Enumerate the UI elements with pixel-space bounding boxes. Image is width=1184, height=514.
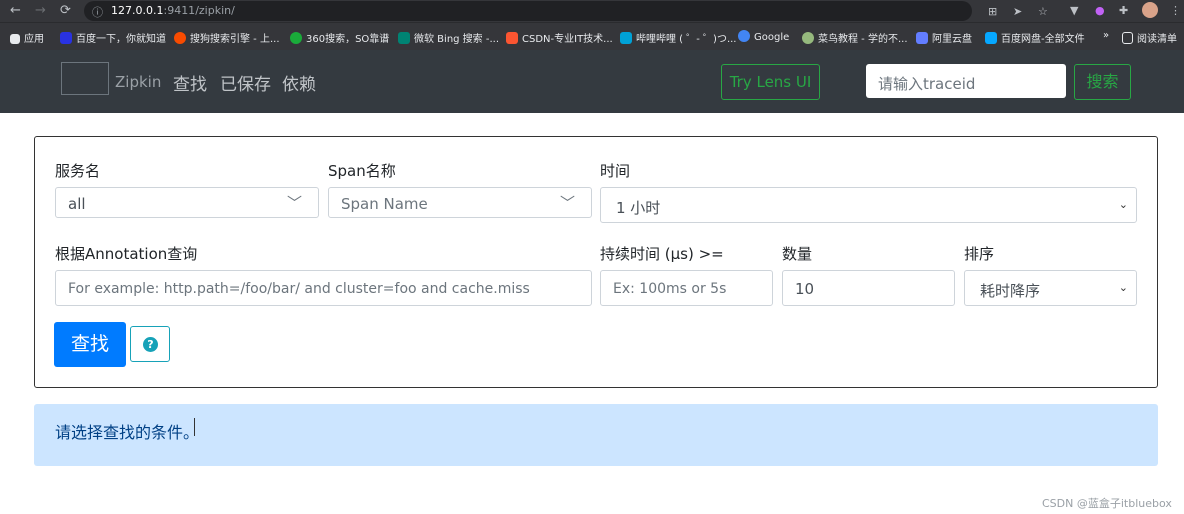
app-navbar: Zipkin 查找 已保存 依赖 Try Lens UI 请输入traceid … [0, 50, 1184, 113]
chevron-down-icon: ﹀ [286, 194, 302, 212]
select-arrow-icon: ⌄ [1118, 281, 1128, 294]
find-button[interactable]: 查找 [54, 322, 126, 367]
span-label: Span名称 [328, 162, 396, 180]
bing-icon [398, 32, 410, 44]
time-select[interactable]: 1 小时 ⌄ [600, 187, 1137, 223]
bookmark-google[interactable]: Google [738, 30, 789, 43]
back-icon[interactable]: ← [10, 3, 21, 19]
url-host: 127.0.0.1 [111, 4, 164, 17]
question-circle-icon: ? [143, 337, 158, 352]
extension-v-icon[interactable]: ▼ [1070, 4, 1078, 17]
bookmark-bilibili[interactable]: 哔哩哔哩 ( ゜- ゜)つ... [620, 30, 736, 45]
help-button[interactable]: ? [130, 326, 170, 362]
extension-circle-icon[interactable]: ● [1095, 4, 1105, 17]
sort-value: 耗时降序 [980, 282, 1041, 300]
limit-input[interactable]: 10 [782, 270, 955, 306]
info-alert: 请选择查找的条件。 [34, 404, 1158, 466]
aliyun-icon [916, 32, 928, 44]
reload-icon[interactable]: ⟳ [60, 3, 71, 19]
translate-icon[interactable]: ⊞ [988, 5, 997, 18]
sort-select[interactable]: 耗时降序 ⌄ [964, 270, 1137, 306]
puzzle-icon[interactable]: ✚ [1119, 4, 1128, 17]
try-lens-button[interactable]: Try Lens UI [721, 64, 820, 100]
limit-value: 10 [795, 280, 815, 298]
service-value: all [68, 195, 86, 213]
url-path: /zipkin/ [195, 4, 235, 17]
duration-input[interactable]: Ex: 100ms or 5s [600, 270, 773, 306]
service-select[interactable]: all ﹀ [55, 187, 319, 218]
baidu-icon [60, 32, 72, 44]
bookmark-aliyun[interactable]: 阿里云盘 [916, 30, 972, 45]
nav-find[interactable]: 查找 [173, 70, 207, 95]
send-icon[interactable]: ➤ [1013, 5, 1022, 18]
bookmark-sogou[interactable]: 搜狗搜索引擎 - 上... [174, 30, 280, 45]
forward-icon[interactable]: → [35, 3, 46, 19]
bookmark-csdn[interactable]: CSDN-专业IT技术... [506, 30, 613, 45]
menu-icon[interactable]: ⋮ [1170, 4, 1181, 17]
avatar[interactable] [1142, 2, 1158, 18]
traceid-input[interactable]: 请输入traceid [866, 64, 1066, 98]
duration-placeholder: Ex: 100ms or 5s [613, 281, 727, 297]
bookmark-runoob[interactable]: 菜鸟教程 - 学的不... [802, 30, 908, 45]
bilibili-icon [620, 32, 632, 44]
logo-image[interactable] [61, 62, 109, 95]
brand-name[interactable]: Zipkin [115, 73, 161, 91]
bookmarks-overflow[interactable]: » [1103, 30, 1109, 41]
bookmark-reading-list[interactable]: 阅读清单 [1122, 30, 1177, 45]
runoob-icon [802, 32, 814, 44]
bookmark-baidupan[interactable]: 百度网盘-全部文件 [985, 30, 1085, 45]
bookmarks-bar: 应用 百度一下，你就知道 搜狗搜索引擎 - 上... 360搜索，SO靠谱 微软… [0, 22, 1184, 51]
star-icon[interactable]: ☆ [1038, 5, 1048, 18]
search-button[interactable]: 搜索 [1074, 64, 1131, 100]
reading-list-icon [1122, 32, 1133, 44]
apps-grid-icon [10, 34, 20, 44]
address-bar[interactable]: ⓘ 127.0.0.1:9411/zipkin/ ⊞ ➤ ☆ [84, 1, 1048, 21]
span-placeholder: Span Name [341, 195, 428, 213]
360-icon [290, 32, 302, 44]
watermark: CSDN @蓝盒子itbluebox [1042, 497, 1172, 510]
service-label: 服务名 [55, 162, 101, 180]
sort-label: 排序 [964, 245, 995, 263]
chevron-down-icon: ﹀ [559, 194, 575, 212]
bookmark-bing[interactable]: 微软 Bing 搜索 -... [398, 30, 499, 45]
baidupan-icon [985, 32, 997, 44]
text-cursor [194, 418, 195, 436]
bookmark-360[interactable]: 360搜索，SO靠谱 [290, 30, 389, 45]
url-port: :9411 [163, 4, 196, 17]
time-value: 1 小时 [616, 199, 661, 217]
info-icon[interactable]: ⓘ [92, 4, 103, 20]
alert-message: 请选择查找的条件。 [55, 423, 200, 442]
annotation-label: 根据Annotation查询 [55, 245, 198, 263]
traceid-placeholder: 请输入traceid [878, 75, 976, 93]
span-select[interactable]: Span Name ﹀ [328, 187, 592, 218]
time-label: 时间 [600, 162, 631, 180]
bookmark-apps[interactable]: 应用 [10, 30, 44, 45]
google-icon [738, 30, 750, 42]
nav-saved[interactable]: 已保存 [220, 70, 271, 95]
csdn-icon [506, 32, 518, 44]
nav-dependencies[interactable]: 依赖 [282, 70, 316, 95]
limit-label: 数量 [782, 245, 813, 263]
annotation-placeholder: For example: http.path=/foo/bar/ and clu… [68, 281, 530, 297]
bookmark-baidu[interactable]: 百度一下，你就知道 [60, 30, 166, 45]
duration-label: 持续时间 (μs) >= [600, 245, 724, 263]
browser-toolbar: ← → ⟳ ⓘ 127.0.0.1:9411/zipkin/ ⊞ ➤ ☆ ▼ ●… [0, 0, 1184, 22]
annotation-input[interactable]: For example: http.path=/foo/bar/ and clu… [55, 270, 592, 306]
select-arrow-icon: ⌄ [1118, 198, 1128, 211]
sogou-icon [174, 32, 186, 44]
